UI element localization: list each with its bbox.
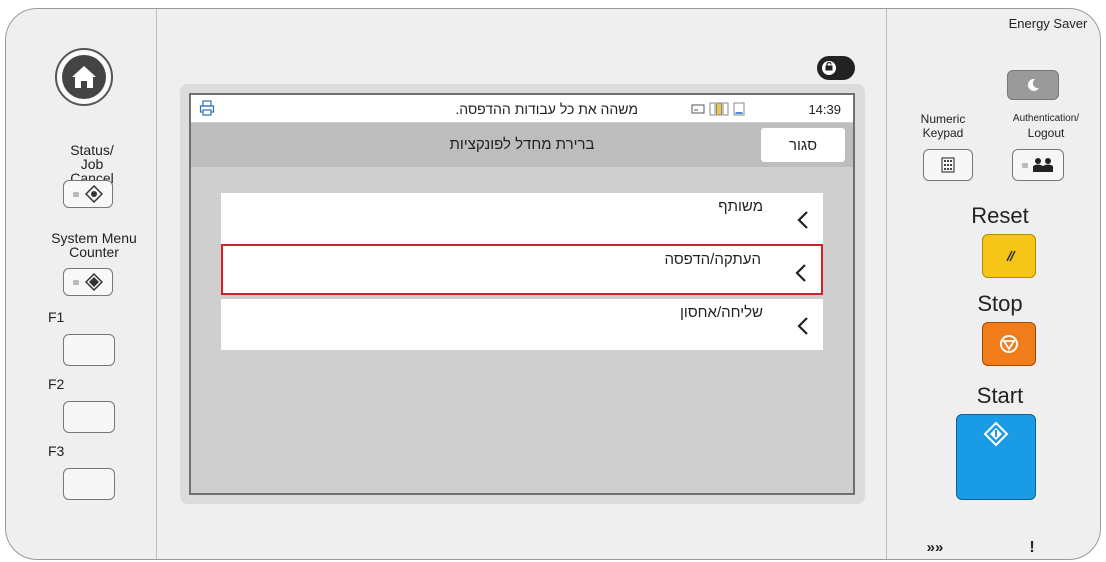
reset-slash-icon bbox=[1006, 250, 1016, 262]
numeric-keypad-button[interactable] bbox=[923, 149, 973, 181]
page-title: ברירת מחדל לפונקציות bbox=[449, 136, 595, 153]
f1-label: F1 bbox=[48, 309, 65, 325]
start-diamond-icon bbox=[983, 421, 1009, 447]
chevron-icon bbox=[797, 210, 809, 235]
header-bar: ברירת מחדל לפונקציות סגור bbox=[191, 123, 853, 167]
stop-icon bbox=[1000, 335, 1018, 353]
list-item-copy-print[interactable]: העתקה/הדפסה bbox=[221, 244, 823, 295]
moon-icon bbox=[1027, 78, 1039, 91]
home-icon bbox=[62, 55, 106, 99]
numeric-keypad-label: Numeric Keypad bbox=[920, 112, 966, 140]
clock: 14:39 bbox=[808, 102, 841, 117]
f2-label: F2 bbox=[48, 376, 65, 392]
paper-icon bbox=[733, 102, 745, 116]
f1-button[interactable] bbox=[63, 334, 115, 366]
energy-saver-button[interactable] bbox=[1007, 70, 1059, 100]
energy-saver-label: Energy Saver bbox=[1008, 16, 1088, 31]
lock-icon bbox=[822, 61, 836, 75]
list-item-send-store[interactable]: שליחה/אחסון bbox=[221, 299, 823, 350]
indicator-led bbox=[73, 279, 79, 285]
f3-label: F3 bbox=[48, 443, 65, 459]
list-item-label: העתקה/הדפסה bbox=[664, 251, 761, 268]
processing-indicator: »» bbox=[926, 539, 944, 556]
left-divider bbox=[156, 9, 157, 559]
chevron-icon bbox=[797, 316, 809, 341]
auth-logout-button[interactable] bbox=[1012, 149, 1064, 181]
status-diamond-icon bbox=[85, 185, 103, 203]
attention-indicator: ! bbox=[1029, 539, 1035, 556]
keypad-icon bbox=[941, 157, 955, 173]
reset-label: Reset bbox=[971, 203, 1029, 228]
toner-icon bbox=[709, 102, 729, 116]
f3-button[interactable] bbox=[63, 468, 115, 500]
list-item-shared[interactable]: משותף bbox=[221, 193, 823, 244]
start-label: Start bbox=[976, 383, 1024, 408]
lock-toggle[interactable] bbox=[817, 56, 855, 80]
chevron-icon bbox=[795, 263, 807, 288]
list-item-label: שליחה/אחסון bbox=[680, 304, 763, 321]
f2-button[interactable] bbox=[63, 401, 115, 433]
touch-screen: משהה את כל עבודות ההדפסה. 14:39 ברירת מח… bbox=[189, 93, 855, 495]
system-menu-diamond-icon bbox=[85, 273, 103, 291]
close-button[interactable]: סגור bbox=[761, 128, 845, 162]
printer-icon[interactable] bbox=[199, 100, 215, 121]
status-icons bbox=[691, 102, 745, 116]
stop-label: Stop bbox=[977, 291, 1023, 316]
network-icon bbox=[691, 104, 705, 114]
system-menu-label: System Menu Counter bbox=[51, 230, 137, 260]
users-icon bbox=[1033, 158, 1053, 172]
start-button[interactable] bbox=[956, 414, 1036, 500]
home-button[interactable] bbox=[55, 48, 113, 106]
stop-button[interactable] bbox=[982, 322, 1036, 366]
status-job-cancel-button[interactable] bbox=[63, 180, 113, 208]
system-menu-button[interactable] bbox=[63, 268, 113, 296]
indicator-led bbox=[73, 191, 79, 197]
list-item-label: משותף bbox=[718, 198, 763, 215]
status-bar: משהה את כל עבודות ההדפסה. 14:39 bbox=[191, 95, 853, 123]
indicator-led bbox=[1022, 162, 1028, 168]
status-job-cancel-label: Status/ Job Cancel bbox=[70, 142, 114, 186]
right-divider bbox=[886, 9, 887, 559]
reset-button[interactable] bbox=[982, 234, 1036, 278]
status-message[interactable]: משהה את כל עבודות ההדפסה. bbox=[455, 101, 638, 117]
auth-logout-label: Authentication/ Logout bbox=[1012, 113, 1080, 140]
